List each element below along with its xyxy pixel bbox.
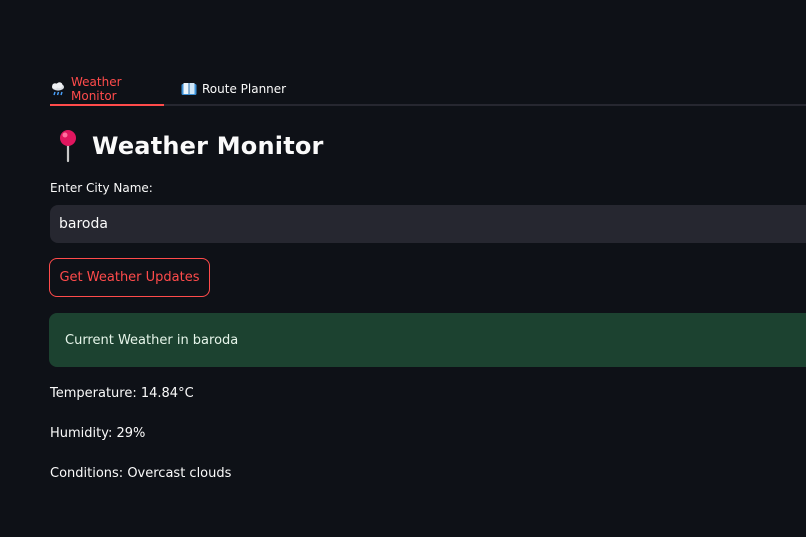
tab-route-planner-label: Route Planner xyxy=(202,82,287,96)
tab-route-planner[interactable]: Route Planner xyxy=(181,74,291,104)
map-icon xyxy=(181,82,197,96)
city-name-input[interactable] xyxy=(50,205,806,243)
page-title: Weather Monitor xyxy=(92,132,324,160)
conditions-text: Conditions: Overcast clouds xyxy=(50,466,232,481)
page-header: Weather Monitor xyxy=(54,128,324,164)
app-root: Weather Monitor Route Planner Weather Mo… xyxy=(0,0,806,537)
round-pushpin-icon xyxy=(54,129,82,163)
city-input-label: Enter City Name: xyxy=(50,181,153,195)
tab-weather-monitor-label: Weather Monitor xyxy=(71,75,122,103)
tab-weather-monitor[interactable]: Weather Monitor xyxy=(50,74,164,106)
tab-bar: Weather Monitor Route Planner xyxy=(50,74,806,106)
success-alert: Current Weather in baroda xyxy=(49,313,806,367)
rain-cloud-icon xyxy=(50,82,66,96)
get-weather-updates-button[interactable]: Get Weather Updates xyxy=(49,258,210,297)
success-message: Current Weather in baroda xyxy=(65,332,239,348)
humidity-text: Humidity: 29% xyxy=(50,426,146,441)
temperature-text: Temperature: 14.84°C xyxy=(50,386,194,401)
